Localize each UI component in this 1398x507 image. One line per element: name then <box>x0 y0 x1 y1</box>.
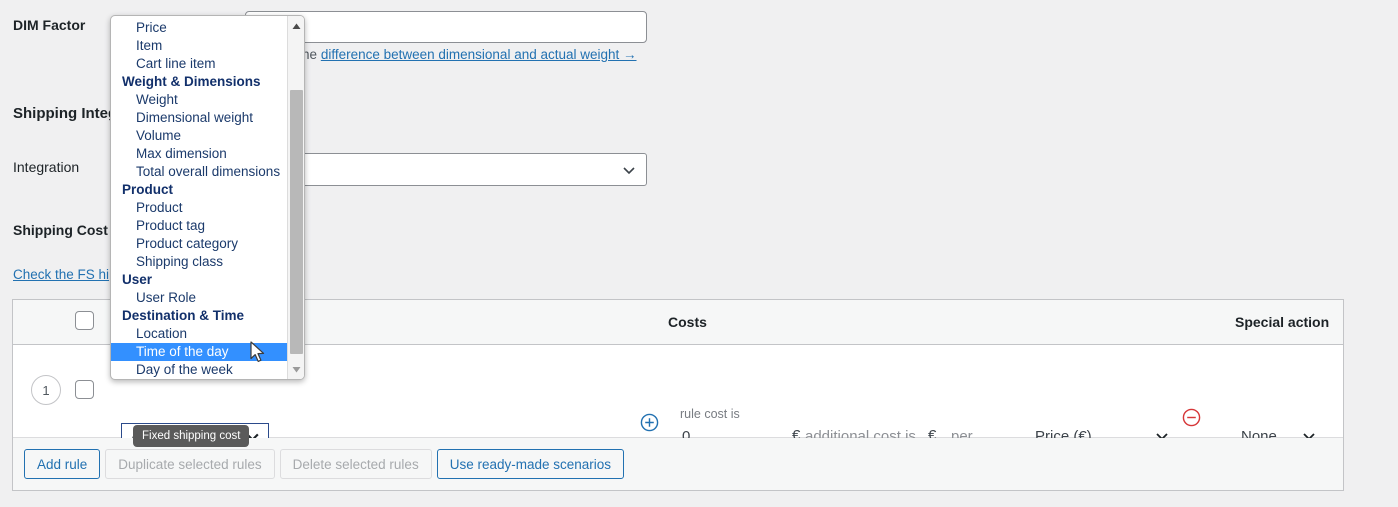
add-rule-button[interactable]: Add rule <box>24 449 101 479</box>
dropdown-option[interactable]: Location <box>111 325 287 343</box>
add-condition-icon[interactable] <box>640 413 659 432</box>
dropdown-option[interactable]: Cart line item <box>111 55 287 73</box>
duplicate-selected-rules-button[interactable]: Duplicate selected rules <box>105 449 275 479</box>
dim-factor-label: DIM Factor <box>13 17 86 33</box>
dropdown-option[interactable]: Shipping class <box>111 253 287 271</box>
rule-cost-label: rule cost is <box>680 407 740 421</box>
dropdown-option[interactable]: User Role <box>111 289 287 307</box>
dropdown-option[interactable]: Weight <box>111 91 287 109</box>
fixed-shipping-cost-tooltip: Fixed shipping cost <box>133 425 250 447</box>
shipping-integration-heading: Shipping Integ <box>13 105 118 122</box>
dropdown-option: User <box>122 272 153 287</box>
dropdown-option[interactable]: Max dimension <box>111 145 287 163</box>
fs-hints-link[interactable]: Check the FS hi <box>13 267 109 282</box>
remove-cost-row-icon[interactable] <box>1182 408 1201 427</box>
scroll-down-icon[interactable] <box>288 361 304 377</box>
integration-label: Integration <box>13 159 80 175</box>
dim-factor-input[interactable] <box>245 11 647 43</box>
select-all-checkbox[interactable] <box>75 311 94 335</box>
use-ready-made-scenarios-button[interactable]: Use ready-made scenarios <box>436 449 625 479</box>
dropdown-option: Weight & Dimensions <box>122 74 261 89</box>
column-header-special-action: Special action <box>1235 314 1330 330</box>
dropdown-option: Product <box>122 182 174 197</box>
row-select-checkbox[interactable] <box>75 380 94 404</box>
dropdown-option[interactable]: Price <box>111 19 287 37</box>
dropdown-option[interactable]: Total overall dimensions <box>111 163 287 181</box>
shipping-cost-heading: Shipping Cost C <box>13 222 122 238</box>
condition-dropdown-menu[interactable]: Price Item Cart line item Weight & Dimensio… <box>110 15 305 380</box>
dropdown-option[interactable]: Time of the day <box>111 343 287 361</box>
dropdown-scrollbar[interactable] <box>287 16 304 379</box>
chevron-down-icon <box>622 163 636 177</box>
dropdown-option-list: Price Item Cart line item Weight & Dimensio… <box>111 19 287 379</box>
scrollbar-thumb[interactable] <box>290 90 303 354</box>
dropdown-option: Destination & Time <box>122 308 245 323</box>
dropdown-option[interactable]: Product tag <box>111 217 287 235</box>
dropdown-option[interactable]: Item <box>111 37 287 55</box>
dropdown-option[interactable]: Dimensional weight <box>111 109 287 127</box>
delete-selected-rules-button[interactable]: Delete selected rules <box>279 449 432 479</box>
dropdown-option[interactable]: Product category <box>111 235 287 253</box>
dropdown-option[interactable]: Product <box>111 199 287 217</box>
dropdown-option[interactable]: Day of the week <box>111 361 287 379</box>
scroll-up-icon[interactable] <box>288 18 304 34</box>
column-header-costs: Costs <box>668 314 707 330</box>
row-number-badge: 1 <box>31 375 61 405</box>
page-root: DIM Factor re about the difference betwe… <box>0 0 1398 507</box>
dimensional-weight-link[interactable]: difference between dimensional and actua… <box>321 47 637 62</box>
dropdown-option[interactable]: Volume <box>111 127 287 145</box>
integration-select[interactable] <box>245 153 647 186</box>
